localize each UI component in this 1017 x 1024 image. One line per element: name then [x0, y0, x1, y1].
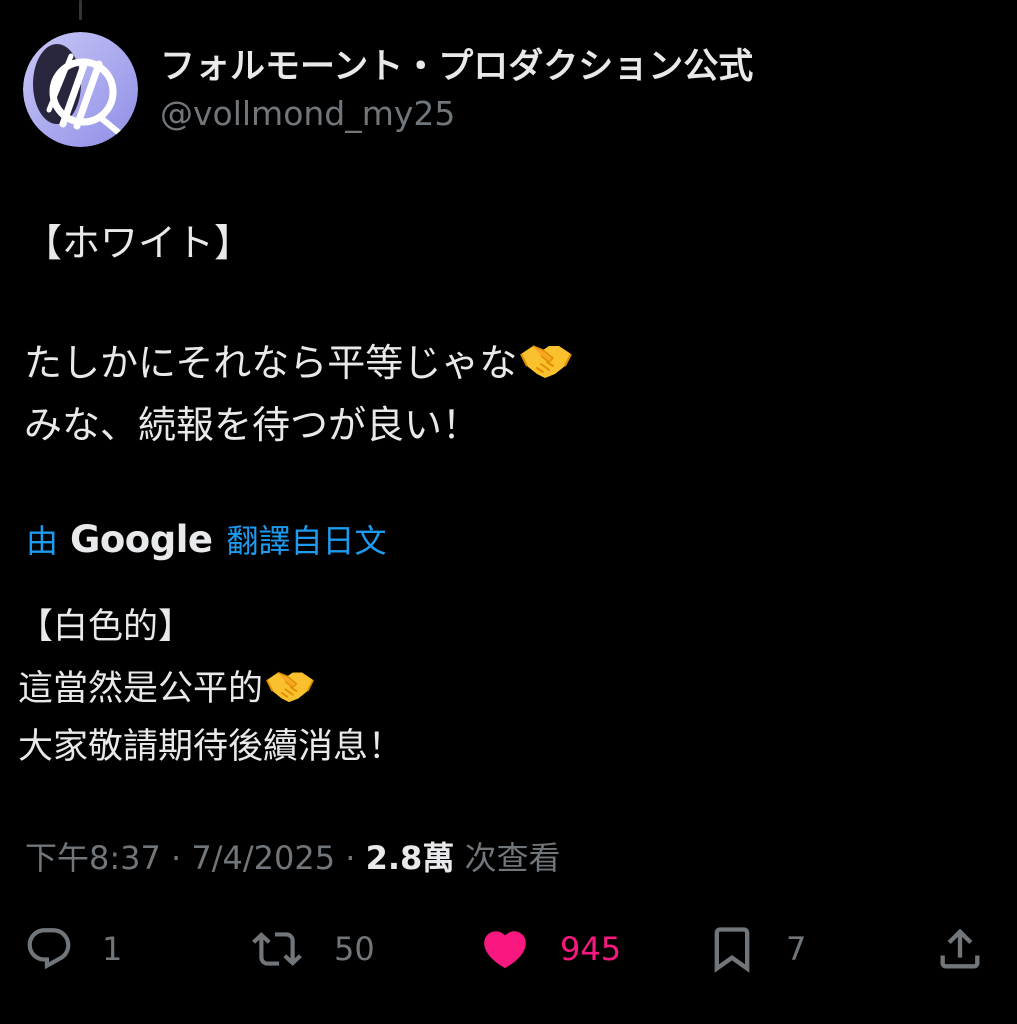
translated-line: 【白色的】	[18, 607, 194, 647]
thread-connector-line	[79, 0, 82, 20]
tweet-line-text: たしかにそれなら平等じゃな	[24, 341, 518, 385]
tweet-line: たしかにそれなら平等じゃな	[24, 332, 984, 394]
translated-line: 大家敬請期待後續消息！	[18, 727, 404, 767]
meta-separator: ·	[160, 839, 192, 877]
like-count: 945	[560, 930, 622, 968]
translated-line-text: 這當然是公平的	[18, 669, 264, 709]
handshake-emoji-icon	[265, 664, 315, 722]
bookmark-button[interactable]: 7	[706, 918, 806, 980]
retweet-button[interactable]: 50	[248, 918, 375, 980]
action-bar: 1 50 945 7	[0, 918, 1017, 980]
tweet-text: 【ホワイト】 たしかにそれなら平等じゃな みな、続報を待つが良い！	[24, 212, 984, 456]
author-handle[interactable]: @vollmond_my25	[160, 92, 455, 136]
bookmark-icon	[714, 927, 750, 973]
google-logo: Google	[70, 517, 213, 561]
translation-attribution: 由 Google 翻譯自日文	[26, 514, 387, 564]
logo-avatar-icon	[23, 32, 138, 147]
tweet-time[interactable]: 下午8:37	[25, 839, 161, 877]
author-avatar[interactable]	[23, 32, 138, 147]
reply-count: 1	[102, 930, 123, 968]
tweet-line: みな、続報を待つが良い！	[24, 403, 481, 447]
views-label: 次查看	[454, 839, 561, 877]
translated-from-link[interactable]: 翻譯自日文	[227, 516, 387, 562]
tweet-date[interactable]: 7/4/2025	[191, 839, 335, 877]
bookmark-count: 7	[786, 930, 807, 968]
handshake-emoji-icon	[519, 336, 573, 398]
share-icon	[940, 928, 980, 969]
meta-separator: ·	[335, 839, 366, 877]
reply-button[interactable]: 1	[24, 918, 122, 980]
translated-by-label: 由	[26, 522, 59, 560]
tweet-metadata: 下午8:37 · 7/4/2025 · 2.8萬 次查看	[25, 835, 561, 881]
heart-filled-icon	[484, 931, 526, 969]
reply-icon	[27, 928, 71, 970]
like-button[interactable]: 945	[478, 918, 621, 980]
views-count[interactable]: 2.8萬	[366, 839, 455, 877]
author-display-name[interactable]: フォルモーント・プロダクション公式	[160, 44, 753, 90]
retweet-count: 50	[334, 930, 375, 968]
tweet-line: 【ホワイト】	[24, 221, 253, 265]
retweet-icon	[252, 932, 302, 966]
share-button[interactable]	[934, 918, 986, 980]
translated-text: 【白色的】 這當然是公平的 大家敬請期待後續消息！	[18, 598, 978, 776]
translated-line: 這當然是公平的	[18, 660, 978, 718]
